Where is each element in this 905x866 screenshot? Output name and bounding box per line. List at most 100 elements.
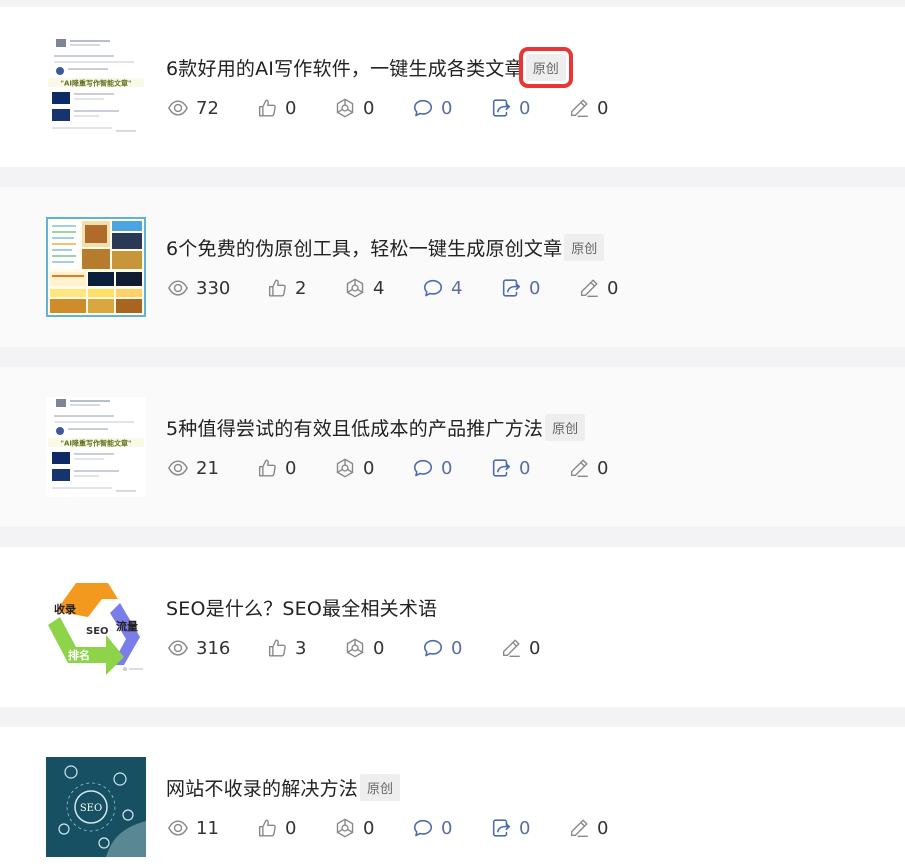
original-badge: 原创: [545, 413, 586, 441]
edit-count: 0: [529, 637, 541, 659]
original-badge: 原创: [564, 233, 605, 261]
thumb-label-center: SEO: [80, 803, 102, 814]
likes-stat[interactable]: 0: [256, 815, 296, 841]
original-badge: 原创: [518, 46, 573, 88]
forward-icon: [502, 279, 521, 297]
share-count: 0: [363, 457, 375, 479]
edit-count: 0: [597, 457, 609, 479]
comments-count: 0: [441, 457, 453, 479]
thumbs-up-icon: [268, 279, 286, 297]
article-thumbnail[interactable]: [46, 217, 146, 317]
article-title[interactable]: 6个免费的伪原创工具，轻松一键生成原创文章: [166, 234, 562, 261]
comments-stat[interactable]: 0: [412, 815, 452, 841]
share-stat[interactable]: 0: [334, 95, 374, 121]
views-count: 11: [196, 817, 219, 839]
views-stat: 72: [167, 95, 219, 121]
thumbs-up-icon: [268, 639, 286, 657]
forward-stat[interactable]: 0: [490, 815, 530, 841]
forward-icon: [492, 459, 511, 477]
article-title[interactable]: SEO是什么？SEO最全相关术语: [166, 594, 437, 621]
comment-bubble-icon: [413, 459, 433, 477]
article-card[interactable]: SEO 网站不收录的解决方法 原创 11 0 0 0 0 0: [0, 727, 905, 866]
thumb-label-bottom: 排名: [68, 648, 90, 662]
views-count: 72: [196, 97, 219, 119]
share-stat[interactable]: 0: [334, 815, 374, 841]
article-thumbnail[interactable]: "AI降重写作智能文章": [46, 397, 146, 497]
thumb-label-top: 收录: [54, 602, 76, 616]
pencil-icon: [580, 279, 598, 297]
comments-count: 4: [451, 277, 463, 299]
comments-stat[interactable]: 0: [422, 635, 462, 661]
likes-stat[interactable]: 0: [256, 455, 296, 481]
edit-count: 0: [607, 277, 619, 299]
comments-stat[interactable]: 0: [412, 95, 452, 121]
likes-stat[interactable]: 0: [256, 95, 296, 121]
thumbs-up-icon: [258, 819, 276, 837]
thumb-label-right: 流量: [116, 619, 138, 633]
eye-icon: [168, 820, 188, 836]
article-title-row: 网站不收录的解决方法 原创: [166, 772, 401, 802]
forward-icon: [492, 819, 511, 837]
edit-stat[interactable]: 0: [500, 635, 540, 661]
views-stat: 316: [167, 635, 230, 661]
thumb-banner-text: "AI降重写作智能文章": [60, 79, 131, 88]
share-count: 0: [363, 817, 375, 839]
forward-stat[interactable]: 0: [490, 95, 530, 121]
article-title[interactable]: 6款好用的AI写作软件，一键生成各类文章: [166, 54, 524, 81]
views-stat: 11: [167, 815, 219, 841]
article-card[interactable]: 收录 流量 排名 SEO SEO是什么？SEO最全相关术语 316 3 0 0 …: [0, 547, 905, 707]
forward-stat[interactable]: 0: [490, 455, 530, 481]
eye-icon: [168, 100, 188, 116]
article-title-row: 5种值得尝试的有效且低成本的产品推广方法 原创: [166, 412, 586, 442]
views-count: 330: [196, 277, 231, 299]
thumb-label-center: SEO: [86, 626, 109, 637]
article-card[interactable]: 6个免费的伪原创工具，轻松一键生成原创文章 原创 330 2 4 4 0 0: [0, 187, 905, 347]
share-count: 0: [373, 637, 385, 659]
edit-stat[interactable]: 0: [568, 455, 608, 481]
thumbs-up-icon: [258, 459, 276, 477]
share-stat[interactable]: 0: [334, 455, 374, 481]
share-hex-icon: [346, 638, 364, 658]
edit-stat[interactable]: 0: [578, 275, 618, 301]
comment-bubble-icon: [413, 99, 433, 117]
article-thumbnail[interactable]: SEO: [46, 757, 146, 857]
likes-count: 2: [295, 277, 307, 299]
article-thumbnail[interactable]: 收录 流量 排名 SEO: [46, 577, 146, 677]
likes-stat[interactable]: 3: [266, 635, 306, 661]
share-count: 4: [373, 277, 385, 299]
share-hex-icon: [336, 98, 354, 118]
views-stat: 21: [167, 455, 219, 481]
comments-count: 0: [451, 637, 463, 659]
comments-count: 0: [441, 817, 453, 839]
article-title[interactable]: 网站不收录的解决方法: [166, 774, 358, 801]
pencil-icon: [570, 99, 588, 117]
forward-count: 0: [519, 457, 531, 479]
edit-stat[interactable]: 0: [568, 815, 608, 841]
pencil-icon: [502, 639, 520, 657]
comments-stat[interactable]: 4: [422, 275, 462, 301]
article-card[interactable]: "AI降重写作智能文章" 6款好用的AI写作软件，一键生成各类文章 原创 72: [0, 7, 905, 167]
article-title-row: 6个免费的伪原创工具，轻松一键生成原创文章 原创: [166, 232, 605, 262]
edit-count: 0: [597, 817, 609, 839]
thumb-banner-text: "AI降重写作智能文章": [60, 439, 131, 448]
article-title[interactable]: 5种值得尝试的有效且低成本的产品推广方法: [166, 414, 543, 441]
comment-bubble-icon: [413, 819, 433, 837]
forward-count: 0: [519, 817, 531, 839]
eye-icon: [168, 640, 188, 656]
views-count: 316: [196, 637, 231, 659]
article-card[interactable]: "AI降重写作智能文章" 5种值得尝试的有效且低成本的产品推广方法 原创 21: [0, 367, 905, 527]
forward-stat[interactable]: 0: [500, 275, 540, 301]
share-stat[interactable]: 0: [344, 635, 384, 661]
likes-stat[interactable]: 2: [266, 275, 306, 301]
article-list: "AI降重写作智能文章" 6款好用的AI写作软件，一键生成各类文章 原创 72: [0, 0, 905, 866]
forward-count: 0: [529, 277, 541, 299]
views-stat: 330: [167, 275, 230, 301]
article-thumbnail[interactable]: "AI降重写作智能文章": [46, 37, 146, 137]
share-stat[interactable]: 4: [344, 275, 384, 301]
comments-stat[interactable]: 0: [412, 455, 452, 481]
edit-stat[interactable]: 0: [568, 95, 608, 121]
comment-bubble-icon: [423, 279, 443, 297]
likes-count: 0: [285, 97, 297, 119]
thumbs-up-icon: [258, 99, 276, 117]
original-badge: 原创: [360, 773, 401, 801]
